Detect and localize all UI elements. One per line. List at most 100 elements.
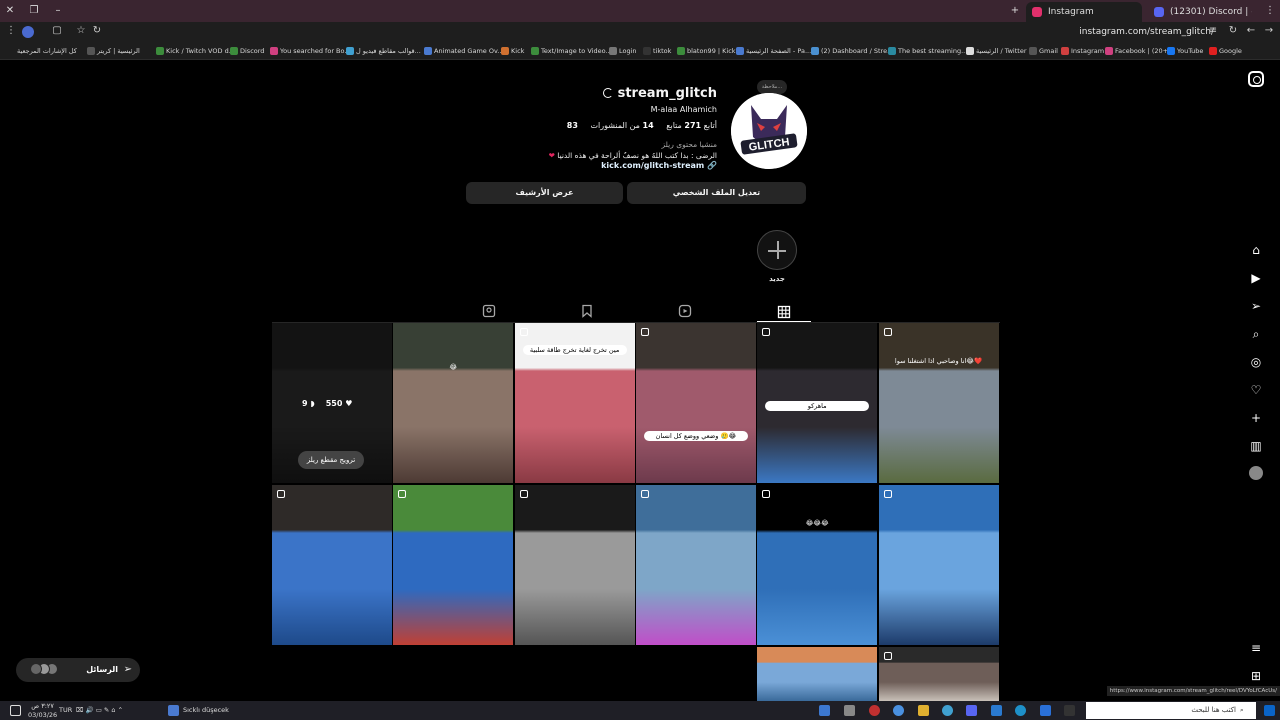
post-thumbnail[interactable]: مين تخرج لغاية تخرج طاقة سلبية — [514, 323, 635, 483]
tab-menu-icon[interactable]: ⋮ — [1262, 3, 1278, 19]
tab-discord[interactable]: (12301) Discord | #ال | mu — [1148, 2, 1252, 22]
new-story-button[interactable] — [757, 230, 797, 270]
discord-icon[interactable] — [966, 705, 977, 716]
edit-profile-button[interactable]: تعديل الملف الشخصي — [627, 182, 806, 204]
bookmark-item[interactable]: tiktok — [642, 44, 671, 58]
note-bubble[interactable]: ملاحظة... — [757, 80, 787, 94]
view-archive-button[interactable]: عرض الأرشيف — [466, 182, 623, 204]
reels-tab-icon[interactable] — [678, 304, 692, 318]
post-thumbnail[interactable]: 😂 — [393, 323, 514, 483]
weather-label[interactable]: Sıcklı düşecek — [183, 701, 229, 720]
promote-reel-button[interactable]: ترويج مقطع ريلز — [298, 451, 364, 469]
new-tab-icon[interactable]: + — [1007, 3, 1023, 19]
tiktok-icon[interactable] — [1064, 705, 1075, 716]
reload-icon[interactable]: ↻ — [90, 25, 104, 36]
collections-icon[interactable]: ▢ — [50, 25, 64, 36]
bookmark-item[interactable]: YouTube — [1166, 44, 1203, 58]
instagram-logo-icon[interactable] — [1248, 71, 1264, 87]
address-bar[interactable]: instagram.com/stream_glitch/ — [1040, 24, 1220, 40]
post-thumbnail[interactable]: انا وصاحبي اذا اشتغلنا سوا😂❤️ — [878, 323, 999, 483]
dashboard-icon[interactable]: ▥ — [1248, 438, 1264, 454]
bookmark-item[interactable]: Discord — [229, 44, 264, 58]
settings-icon[interactable] — [844, 705, 855, 716]
taskbar-app-icon[interactable] — [869, 705, 880, 716]
start-icon[interactable] — [1264, 705, 1275, 716]
create-icon[interactable]: + — [1248, 410, 1264, 426]
restore-window-icon[interactable]: ❐ — [26, 3, 42, 19]
post-thumbnail[interactable]: ماهركو — [757, 323, 878, 483]
favorite-star-icon[interactable]: ☆ — [74, 25, 88, 36]
refresh-icon[interactable]: ↻ — [1226, 25, 1240, 36]
bookmark-item[interactable]: Text/Image to Video... — [530, 44, 612, 58]
notifications-heart-icon[interactable]: ♡ — [1248, 382, 1264, 398]
direct-icon[interactable]: ➢ — [1248, 298, 1264, 314]
post-thumbnail[interactable] — [878, 485, 999, 645]
home-icon[interactable]: ⌂ — [1248, 242, 1264, 258]
bookmark-item[interactable]: قوالب مقاطع فيديو ل... — [345, 44, 421, 58]
post-thumbnail[interactable]: وضعي ووضع كل انسان 🥲😂 — [635, 323, 756, 483]
post-thumbnail[interactable] — [878, 647, 999, 701]
profile-avatar-icon[interactable] — [1249, 466, 1263, 480]
post-thumbnail[interactable] — [272, 485, 392, 645]
bookmark-item[interactable]: الرئيسية | كريتر — [86, 44, 140, 58]
minimize-window-icon[interactable]: – — [50, 3, 66, 19]
posts-tab[interactable] — [757, 304, 811, 322]
post-thumbnail[interactable] — [757, 647, 878, 701]
profile-stats: 83 أتابع 271 متابع 14 من المنشورات — [557, 121, 717, 130]
reels-icon[interactable]: ▶ — [1248, 270, 1264, 286]
bookmark-item[interactable]: الرئيسية / Twitter — [965, 44, 1027, 58]
reader-icon[interactable]: ≡ — [1206, 25, 1220, 36]
new-story-label: جديد — [769, 275, 785, 283]
bookmark-item[interactable]: Login — [608, 44, 637, 58]
bookmark-item[interactable]: Google — [1208, 44, 1242, 58]
taskbar-app-icon[interactable] — [942, 705, 953, 716]
bookmark-item[interactable]: Kick — [500, 44, 524, 58]
profile-icon[interactable] — [22, 26, 34, 38]
back-icon[interactable]: ← — [1244, 25, 1258, 36]
bookmark-item[interactable]: You searched for Bo... — [269, 44, 351, 58]
bookmark-item[interactable]: Instagram — [1060, 44, 1104, 58]
bookmark-item[interactable]: Facebook | (20+) — [1104, 44, 1171, 58]
avatar[interactable]: GLITCH — [731, 93, 807, 169]
edge-icon[interactable] — [1015, 705, 1026, 716]
taskbar-app-icon[interactable] — [819, 705, 830, 716]
messages-button[interactable]: ➢ الرسائل — [16, 658, 140, 682]
bookmark-item[interactable]: (2) Dashboard / Stre... — [810, 44, 893, 58]
store-icon[interactable] — [991, 705, 1002, 716]
bookmark-item[interactable]: الصفحة الرئيسية - Pa... — [735, 44, 811, 58]
bookmark-item[interactable]: Kick / Twitch VOD d... — [155, 44, 235, 58]
bookmark-item[interactable]: blaton99 | Kick — [676, 44, 736, 58]
bookmark-item[interactable]: كل الإشارات المرجعية — [6, 44, 77, 58]
taskbar-app-icon[interactable] — [1040, 705, 1051, 716]
bookmark-item[interactable]: Animated Game Ov... — [423, 44, 504, 58]
saved-tab-icon[interactable] — [580, 304, 594, 318]
post-thumbnail[interactable] — [514, 485, 635, 645]
close-window-icon[interactable]: ✕ — [2, 3, 18, 19]
tab-instagram[interactable]: Instagram — [1026, 2, 1142, 22]
notification-center-icon[interactable] — [10, 705, 21, 716]
forward-icon[interactable]: → — [1262, 25, 1276, 36]
bookmark-item[interactable]: Gmail — [1028, 44, 1058, 58]
language-indicator[interactable]: TUR — [59, 701, 72, 720]
post-thumbnail[interactable]: 9 ◗ 550 ♥ ترويج مقطع ريلز — [272, 323, 392, 483]
threads-icon[interactable] — [602, 88, 613, 98]
more-menu-icon[interactable]: ≡ — [1248, 640, 1264, 656]
bookmark-item[interactable]: The best streaming... — [887, 44, 967, 58]
tagged-tab-icon[interactable] — [482, 304, 496, 318]
post-thumbnail[interactable] — [393, 485, 514, 645]
followers-count[interactable]: 271 متابع — [666, 121, 701, 130]
file-explorer-icon[interactable] — [918, 705, 929, 716]
weather-icon[interactable] — [168, 705, 179, 716]
tray-icons[interactable]: ⌧ 🔊 ▭ ✎ ⌂ ⌃ — [76, 701, 123, 720]
menu-icon[interactable]: ⋮ — [4, 25, 18, 36]
clock[interactable]: ٣:٢٧ ص 03/03/26 — [28, 702, 57, 720]
taskbar-search-input[interactable]: اكتب هنا للبحث — [1086, 702, 1256, 719]
search-icon[interactable]: ⌕ — [1248, 326, 1264, 342]
post-thumbnail[interactable]: 😂😂😂 — [757, 485, 878, 645]
explore-icon[interactable]: ◎ — [1248, 354, 1264, 370]
full-name: M-alaa Alhamich — [650, 105, 717, 114]
post-thumbnail[interactable] — [635, 485, 756, 645]
chrome-icon[interactable] — [893, 705, 904, 716]
profile-link[interactable]: kick.com/glitch-stream 🔗 — [601, 161, 717, 170]
threads-app-icon[interactable]: ⊞ — [1248, 668, 1264, 684]
